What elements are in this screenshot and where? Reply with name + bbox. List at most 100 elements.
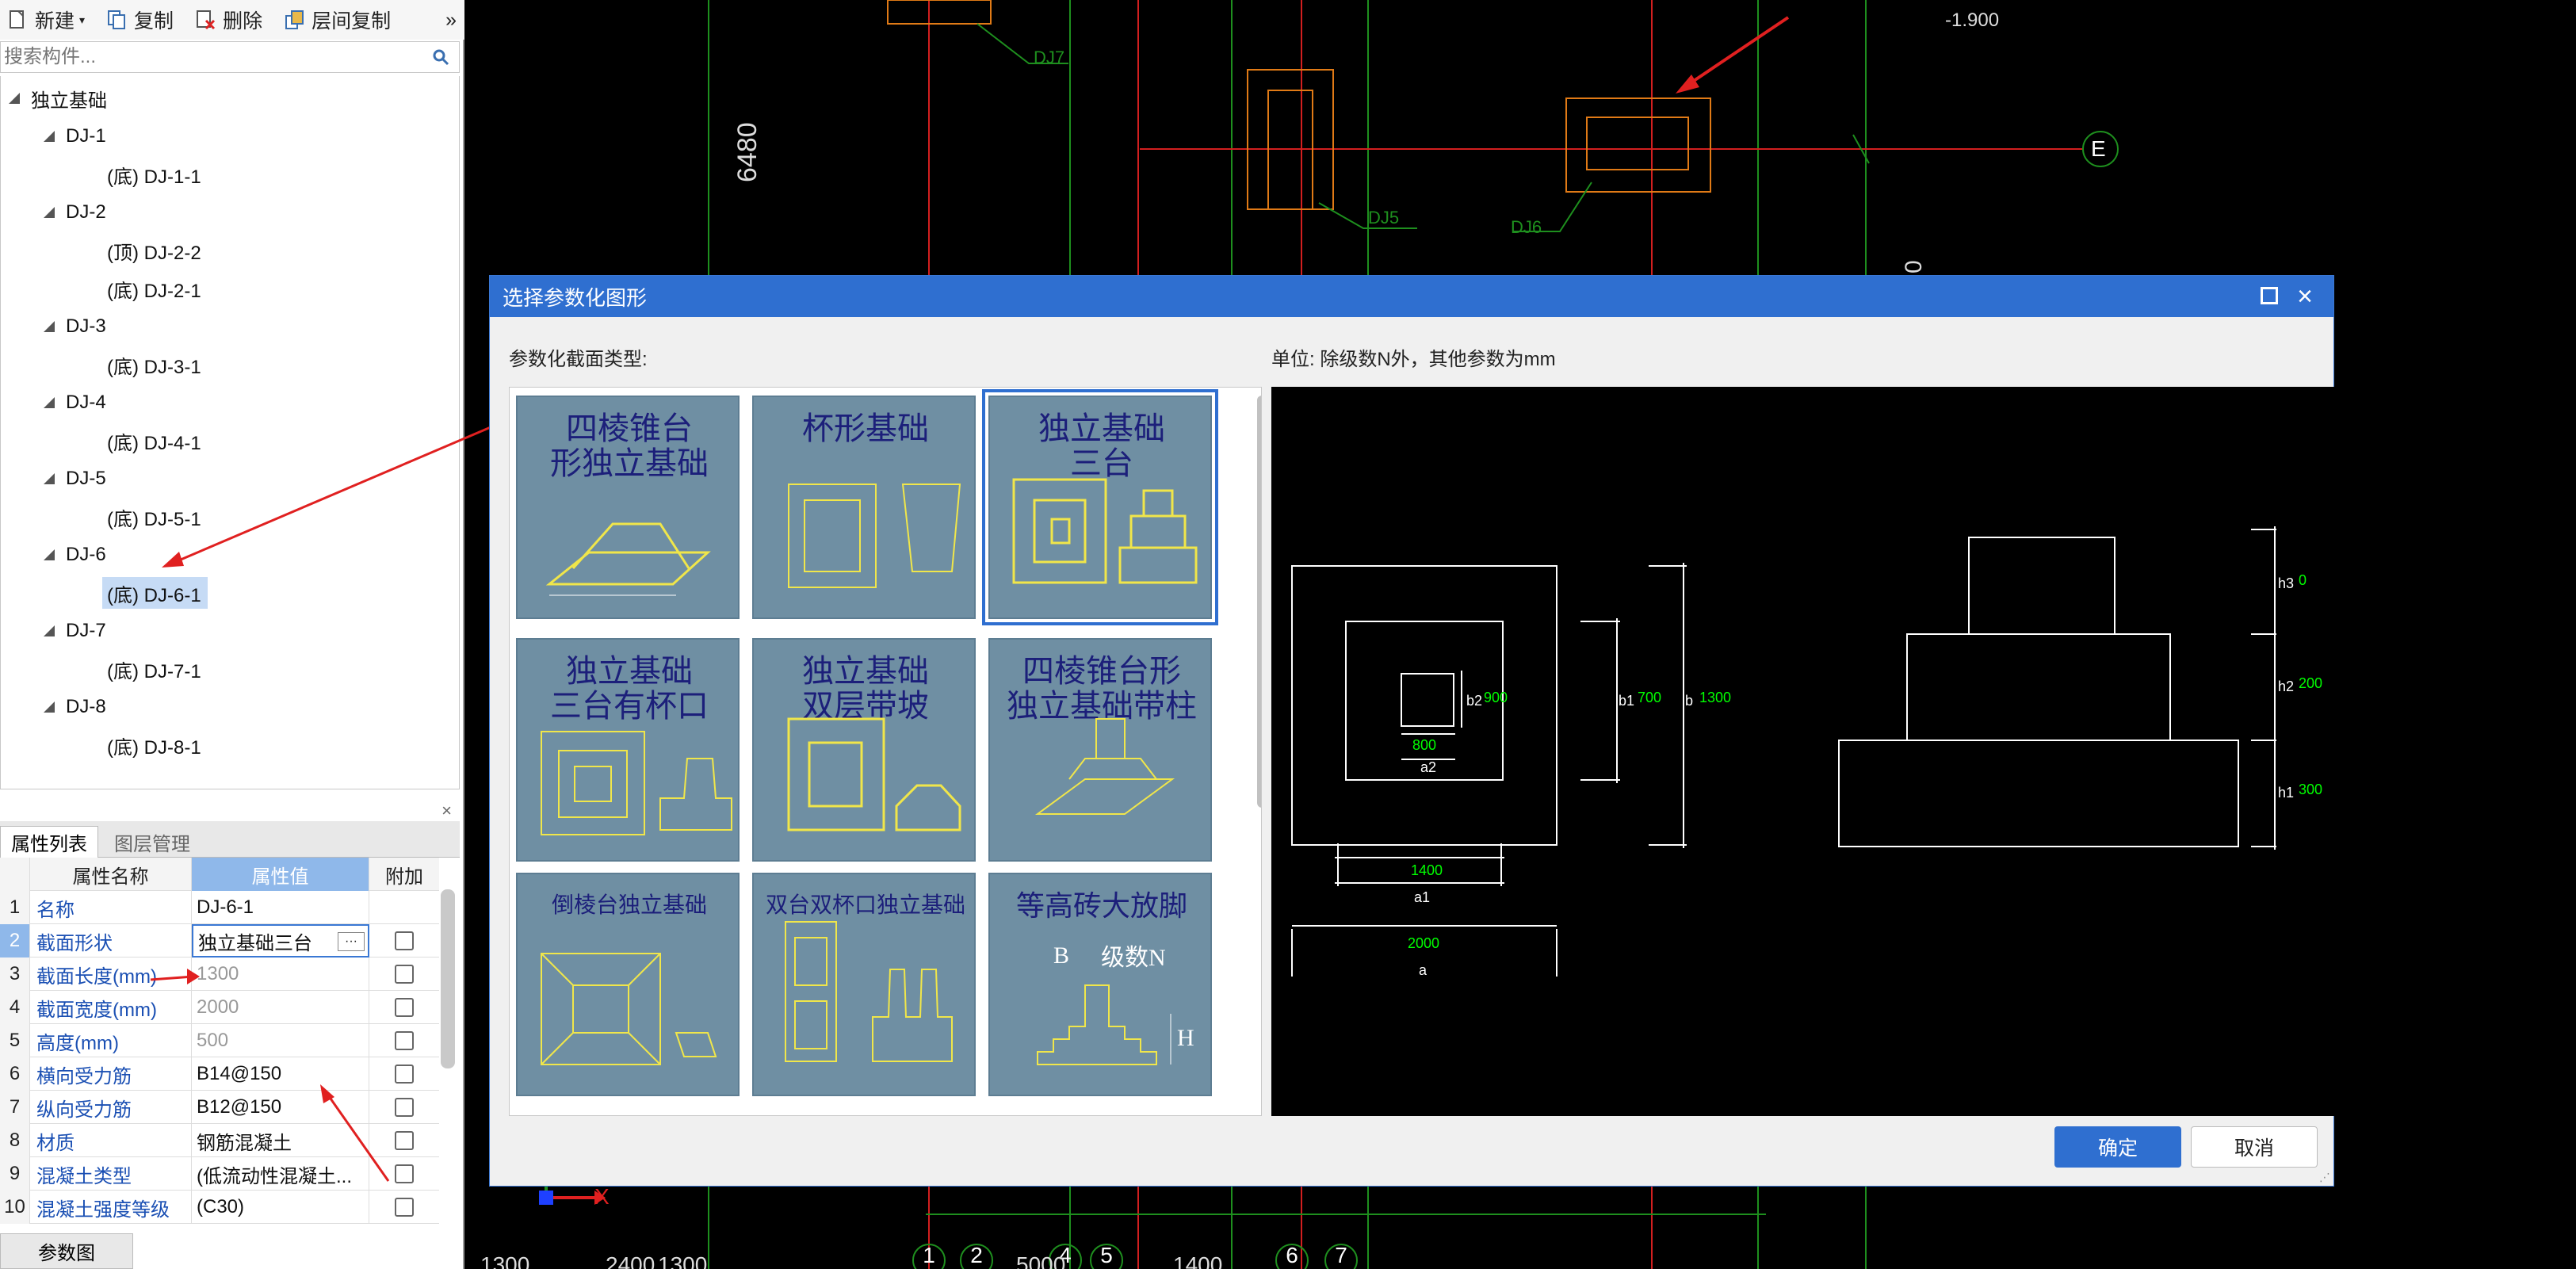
attach-checkbox[interactable] — [395, 931, 414, 950]
attach-checkbox[interactable] — [395, 965, 414, 984]
tree-item[interactable]: (底) DJ-4-1 — [102, 425, 208, 457]
shape-card[interactable]: 四棱锥台 形独立基础 — [516, 396, 740, 619]
dim-label: b2 — [1466, 693, 1483, 709]
delete-button[interactable]: 删除 — [196, 6, 262, 34]
collapse-icon[interactable] — [9, 93, 20, 104]
close-icon[interactable]: × — [2289, 279, 2321, 314]
collapse-icon[interactable] — [44, 625, 55, 636]
more-button[interactable]: » — [445, 9, 457, 32]
tree-item[interactable]: (顶) DJ-2-2 — [102, 235, 208, 266]
grid-scrollbar[interactable] — [1257, 396, 1261, 808]
collapse-icon[interactable] — [44, 321, 55, 332]
collapse-icon[interactable] — [44, 549, 55, 560]
resize-grip-icon[interactable]: ⋰ — [2319, 1171, 2330, 1184]
shape-card[interactable]: 双台双杯口独立基础 — [752, 873, 976, 1096]
property-value[interactable]: 钢筋混凝土 — [192, 1124, 369, 1157]
shape-card[interactable]: 独立基础 三台 — [982, 389, 1218, 625]
property-value[interactable]: 500 — [192, 1024, 369, 1057]
tree-item[interactable]: (底) DJ-5-1 — [102, 501, 208, 533]
dim-label: 1400 — [1411, 862, 1443, 878]
attach-checkbox[interactable] — [395, 1131, 414, 1150]
attach-checkbox[interactable] — [395, 1098, 414, 1117]
ok-button[interactable]: 确定 — [2054, 1126, 2181, 1168]
collapse-icon[interactable] — [44, 207, 55, 218]
copy-button[interactable]: 复制 — [107, 6, 174, 34]
cancel-button[interactable]: 取消 — [2191, 1126, 2318, 1168]
shape-card[interactable]: 杯形基础 — [752, 396, 976, 619]
search-box — [0, 41, 460, 73]
attach-checkbox[interactable] — [395, 1198, 414, 1217]
dim-text: 2400 — [606, 1252, 655, 1269]
shape-card[interactable]: 四棱锥台形 独立基础带柱 — [988, 638, 1212, 862]
property-name: 横向受力筋 — [30, 1057, 192, 1091]
tree-group[interactable]: DJ-6 — [44, 539, 106, 571]
shape-card[interactable]: 独立基础 三台有杯口 — [516, 638, 740, 862]
property-value[interactable]: 1300 — [192, 957, 369, 991]
property-name: 纵向受力筋 — [30, 1091, 192, 1124]
tree-root[interactable]: 独立基础 — [9, 82, 107, 114]
property-value[interactable]: (低流动性混凝土... — [192, 1157, 369, 1191]
tree-item[interactable]: (底) DJ-6-1 — [102, 577, 208, 609]
shape-card[interactable]: 倒棱台独立基础 — [516, 873, 740, 1096]
edit-ellipsis-button[interactable]: ··· — [338, 932, 365, 951]
attach-checkbox[interactable] — [395, 1164, 414, 1183]
property-row[interactable]: 9 混凝土类型 (低流动性混凝土... — [0, 1157, 439, 1191]
property-row[interactable]: 1 名称 DJ-6-1 — [0, 891, 439, 924]
tree-item[interactable]: (底) DJ-7-1 — [102, 653, 208, 685]
collapse-icon[interactable] — [44, 473, 55, 484]
tree-item[interactable]: (底) DJ-8-1 — [102, 729, 208, 761]
attach-checkbox[interactable] — [395, 1031, 414, 1050]
property-name: 混凝土类型 — [30, 1157, 192, 1191]
attach-checkbox[interactable] — [395, 1065, 414, 1084]
collapse-icon[interactable] — [44, 397, 55, 408]
tree-group[interactable]: DJ-8 — [44, 691, 106, 723]
collapse-icon[interactable] — [44, 131, 55, 142]
tab-property-list[interactable]: 属性列表 — [0, 826, 98, 858]
dim-label: 700 — [1638, 690, 1662, 705]
shape-thumbnail — [541, 953, 717, 1065]
search-input[interactable] — [4, 44, 416, 71]
dim-label: 0 — [2299, 572, 2307, 588]
property-value[interactable]: (C30) — [192, 1191, 369, 1224]
floor-copy-button[interactable]: 层间复制 — [285, 6, 391, 34]
axis-number: 6 — [1286, 1243, 1298, 1267]
property-value[interactable]: 独立基础三台 ··· — [192, 924, 369, 957]
panel-close-icon[interactable]: × — [441, 801, 452, 821]
shape-card[interactable]: 等高砖大放脚 级数N B H — [988, 873, 1212, 1096]
property-value[interactable]: B12@150 — [192, 1091, 369, 1124]
shape-card[interactable]: 独立基础 双层带坡 — [752, 638, 976, 862]
shape-thumbnail — [541, 731, 732, 835]
property-row[interactable]: 5 高度(mm) 500 — [0, 1024, 439, 1057]
tree-group[interactable]: DJ-7 — [44, 615, 106, 647]
attach-checkbox[interactable] — [395, 998, 414, 1017]
tree-group[interactable]: DJ-2 — [44, 197, 106, 228]
tree-item[interactable]: (底) DJ-3-1 — [102, 349, 208, 380]
property-value[interactable]: 2000 — [192, 991, 369, 1024]
search-icon[interactable] — [432, 48, 449, 70]
collapse-icon[interactable] — [44, 701, 55, 713]
property-row[interactable]: 10 混凝土强度等级 (C30) — [0, 1191, 439, 1224]
property-row[interactable]: 3 截面长度(mm) 1300 — [0, 957, 439, 991]
property-row[interactable]: 8 材质 钢筋混凝土 — [0, 1124, 439, 1157]
props-scrollbar[interactable] — [441, 889, 455, 1068]
property-row[interactable]: 4 截面宽度(mm) 2000 — [0, 991, 439, 1024]
property-row[interactable]: 2 截面形状 独立基础三台 ··· — [0, 924, 439, 957]
tree-group[interactable]: DJ-4 — [44, 387, 106, 419]
tree-item[interactable]: (底) DJ-1-1 — [102, 159, 208, 190]
new-button[interactable]: 新建 ▾ — [8, 6, 85, 34]
property-row[interactable]: 7 纵向受力筋 B12@150 — [0, 1091, 439, 1124]
tab-layer-manage[interactable]: 图层管理 — [101, 826, 203, 858]
maximize-icon[interactable] — [2261, 287, 2278, 304]
card-note: 级数N — [1101, 945, 1166, 971]
tree-group[interactable]: DJ-3 — [44, 311, 106, 342]
property-value[interactable]: DJ-6-1 — [192, 891, 369, 924]
tab-param-diagram[interactable]: 参数图 — [0, 1233, 133, 1269]
tree-item[interactable]: (底) DJ-2-1 — [102, 273, 208, 304]
dim-label: a1 — [1414, 889, 1431, 905]
dim-text: 1300 — [658, 1252, 708, 1269]
tree-group[interactable]: DJ-1 — [44, 120, 106, 152]
card-note: B — [1053, 942, 1070, 969]
property-row[interactable]: 6 横向受力筋 B14@150 — [0, 1057, 439, 1091]
tree-group[interactable]: DJ-5 — [44, 463, 106, 495]
property-value[interactable]: B14@150 — [192, 1057, 369, 1091]
